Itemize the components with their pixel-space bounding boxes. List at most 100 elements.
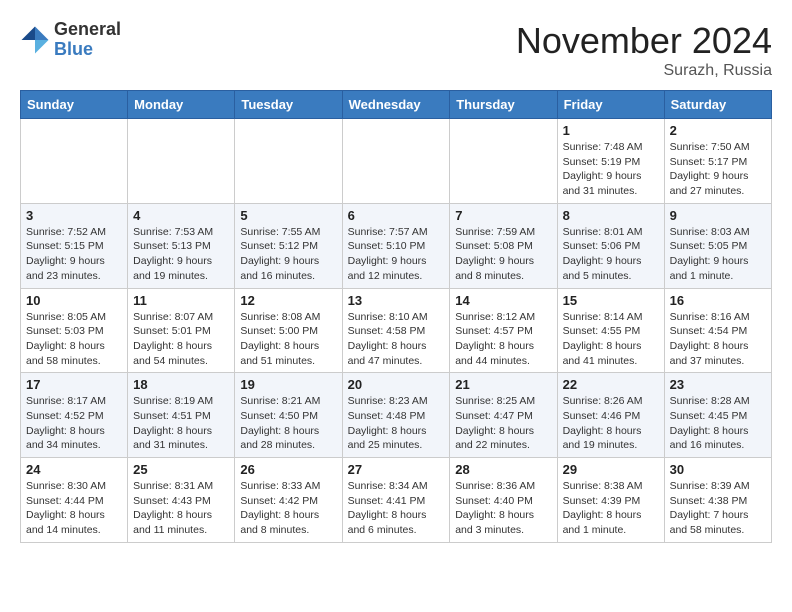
day-number: 30: [670, 462, 766, 477]
day-cell: 28Sunrise: 8:36 AM Sunset: 4:40 PM Dayli…: [450, 458, 557, 543]
day-cell: 18 Sunrise: 8:19 AM Sunset: 4:51 PM Dayli…: [128, 373, 235, 458]
week-row-3: 10 Sunrise: 8:05 AM Sunset: 5:03 PM Dayli…: [21, 288, 772, 373]
day-number: 5: [240, 208, 336, 223]
day-info: Sunrise: 7:59 AM Sunset: 5:08 PM Dayligh…: [455, 225, 551, 284]
day-number: 6: [348, 208, 445, 223]
day-cell: [21, 119, 128, 204]
day-number: 18: [133, 377, 229, 392]
day-cell: 2 Sunrise: 7:50 AM Sunset: 5:17 PM Daylig…: [664, 119, 771, 204]
logo-icon: [20, 25, 50, 55]
day-cell: [128, 119, 235, 204]
day-info: Sunrise: 8:38 AM Sunset: 4:39 PM Dayligh…: [563, 479, 659, 538]
day-info: Sunrise: 8:21 AM Sunset: 4:50 PM Dayligh…: [240, 394, 336, 453]
day-cell: 29 Sunrise: 8:38 AM Sunset: 4:39 PM Dayli…: [557, 458, 664, 543]
day-cell: 11Sunrise: 8:07 AM Sunset: 5:01 PM Dayli…: [128, 288, 235, 373]
day-cell: 19 Sunrise: 8:21 AM Sunset: 4:50 PM Dayli…: [235, 373, 342, 458]
week-row-2: 3Sunrise: 7:52 AM Sunset: 5:15 PM Daylig…: [21, 203, 772, 288]
day-info: Sunrise: 8:08 AM Sunset: 5:00 PM Dayligh…: [240, 310, 336, 369]
day-cell: 1 Sunrise: 7:48 AM Sunset: 5:19 PM Daylig…: [557, 119, 664, 204]
day-number: 21: [455, 377, 551, 392]
day-number: 4: [133, 208, 229, 223]
day-cell: [235, 119, 342, 204]
day-info: Sunrise: 8:39 AM Sunset: 4:38 PM Dayligh…: [670, 479, 766, 538]
day-cell: 13Sunrise: 8:10 AM Sunset: 4:58 PM Dayli…: [342, 288, 450, 373]
day-number: 10: [26, 293, 122, 308]
day-cell: [450, 119, 557, 204]
day-cell: 16Sunrise: 8:16 AM Sunset: 4:54 PM Dayli…: [664, 288, 771, 373]
day-cell: 5 Sunrise: 7:55 AM Sunset: 5:12 PM Daylig…: [235, 203, 342, 288]
day-info: Sunrise: 7:57 AM Sunset: 5:10 PM Dayligh…: [348, 225, 445, 284]
day-number: 9: [670, 208, 766, 223]
day-info: Sunrise: 8:31 AM Sunset: 4:43 PM Dayligh…: [133, 479, 229, 538]
day-number: 2: [670, 123, 766, 138]
day-cell: 7 Sunrise: 7:59 AM Sunset: 5:08 PM Daylig…: [450, 203, 557, 288]
day-number: 14: [455, 293, 551, 308]
day-cell: 24Sunrise: 8:30 AM Sunset: 4:44 PM Dayli…: [21, 458, 128, 543]
day-number: 20: [348, 377, 445, 392]
day-info: Sunrise: 7:50 AM Sunset: 5:17 PM Dayligh…: [670, 140, 766, 199]
day-number: 3: [26, 208, 122, 223]
day-cell: 12 Sunrise: 8:08 AM Sunset: 5:00 PM Dayli…: [235, 288, 342, 373]
weekday-header-wednesday: Wednesday: [342, 91, 450, 119]
day-number: 22: [563, 377, 659, 392]
day-info: Sunrise: 7:48 AM Sunset: 5:19 PM Dayligh…: [563, 140, 659, 199]
day-number: 12: [240, 293, 336, 308]
day-info: Sunrise: 8:33 AM Sunset: 4:42 PM Dayligh…: [240, 479, 336, 538]
day-info: Sunrise: 8:14 AM Sunset: 4:55 PM Dayligh…: [563, 310, 659, 369]
day-number: 16: [670, 293, 766, 308]
day-cell: 6 Sunrise: 7:57 AM Sunset: 5:10 PM Daylig…: [342, 203, 450, 288]
day-info: Sunrise: 8:30 AM Sunset: 4:44 PM Dayligh…: [26, 479, 122, 538]
day-info: Sunrise: 8:34 AM Sunset: 4:41 PM Dayligh…: [348, 479, 445, 538]
day-info: Sunrise: 7:55 AM Sunset: 5:12 PM Dayligh…: [240, 225, 336, 284]
day-cell: 20 Sunrise: 8:23 AM Sunset: 4:48 PM Dayli…: [342, 373, 450, 458]
day-number: 8: [563, 208, 659, 223]
day-info: Sunrise: 8:25 AM Sunset: 4:47 PM Dayligh…: [455, 394, 551, 453]
logo-blue: Blue: [54, 40, 121, 60]
day-cell: 23 Sunrise: 8:28 AM Sunset: 4:45 PM Dayli…: [664, 373, 771, 458]
day-cell: 14 Sunrise: 8:12 AM Sunset: 4:57 PM Dayli…: [450, 288, 557, 373]
day-info: Sunrise: 8:12 AM Sunset: 4:57 PM Dayligh…: [455, 310, 551, 369]
day-number: 1: [563, 123, 659, 138]
day-cell: 22 Sunrise: 8:26 AM Sunset: 4:46 PM Dayli…: [557, 373, 664, 458]
day-number: 17: [26, 377, 122, 392]
day-cell: [342, 119, 450, 204]
week-row-4: 17Sunrise: 8:17 AM Sunset: 4:52 PM Dayli…: [21, 373, 772, 458]
title-block: November 2024 Surazh, Russia: [516, 20, 772, 80]
day-info: Sunrise: 8:01 AM Sunset: 5:06 PM Dayligh…: [563, 225, 659, 284]
day-cell: 10 Sunrise: 8:05 AM Sunset: 5:03 PM Dayli…: [21, 288, 128, 373]
calendar-table: SundayMondayTuesdayWednesdayThursdayFrid…: [20, 90, 772, 543]
weekday-header-thursday: Thursday: [450, 91, 557, 119]
day-number: 27: [348, 462, 445, 477]
day-info: Sunrise: 8:28 AM Sunset: 4:45 PM Dayligh…: [670, 394, 766, 453]
logo: General Blue: [20, 20, 121, 60]
day-info: Sunrise: 8:03 AM Sunset: 5:05 PM Dayligh…: [670, 225, 766, 284]
logo-general: General: [54, 20, 121, 40]
day-info: Sunrise: 8:36 AM Sunset: 4:40 PM Dayligh…: [455, 479, 551, 538]
day-info: Sunrise: 8:26 AM Sunset: 4:46 PM Dayligh…: [563, 394, 659, 453]
day-info: Sunrise: 8:07 AM Sunset: 5:01 PM Dayligh…: [133, 310, 229, 369]
day-cell: 26Sunrise: 8:33 AM Sunset: 4:42 PM Dayli…: [235, 458, 342, 543]
day-info: Sunrise: 8:05 AM Sunset: 5:03 PM Dayligh…: [26, 310, 122, 369]
day-cell: 9 Sunrise: 8:03 AM Sunset: 5:05 PM Daylig…: [664, 203, 771, 288]
day-number: 19: [240, 377, 336, 392]
day-info: Sunrise: 7:53 AM Sunset: 5:13 PM Dayligh…: [133, 225, 229, 284]
weekday-header-friday: Friday: [557, 91, 664, 119]
week-row-5: 24Sunrise: 8:30 AM Sunset: 4:44 PM Dayli…: [21, 458, 772, 543]
day-cell: 8 Sunrise: 8:01 AM Sunset: 5:06 PM Daylig…: [557, 203, 664, 288]
day-cell: 27 Sunrise: 8:34 AM Sunset: 4:41 PM Dayli…: [342, 458, 450, 543]
month-title: November 2024: [516, 20, 772, 62]
weekday-header-row: SundayMondayTuesdayWednesdayThursdayFrid…: [21, 91, 772, 119]
day-info: Sunrise: 8:19 AM Sunset: 4:51 PM Dayligh…: [133, 394, 229, 453]
day-info: Sunrise: 8:23 AM Sunset: 4:48 PM Dayligh…: [348, 394, 445, 453]
day-cell: 15Sunrise: 8:14 AM Sunset: 4:55 PM Dayli…: [557, 288, 664, 373]
day-number: 13: [348, 293, 445, 308]
location: Surazh, Russia: [516, 62, 772, 80]
day-number: 29: [563, 462, 659, 477]
day-number: 7: [455, 208, 551, 223]
weekday-header-monday: Monday: [128, 91, 235, 119]
weekday-header-saturday: Saturday: [664, 91, 771, 119]
weekday-header-sunday: Sunday: [21, 91, 128, 119]
day-cell: 30 Sunrise: 8:39 AM Sunset: 4:38 PM Dayli…: [664, 458, 771, 543]
page-header: General Blue November 2024 Surazh, Russi…: [20, 20, 772, 80]
day-number: 23: [670, 377, 766, 392]
